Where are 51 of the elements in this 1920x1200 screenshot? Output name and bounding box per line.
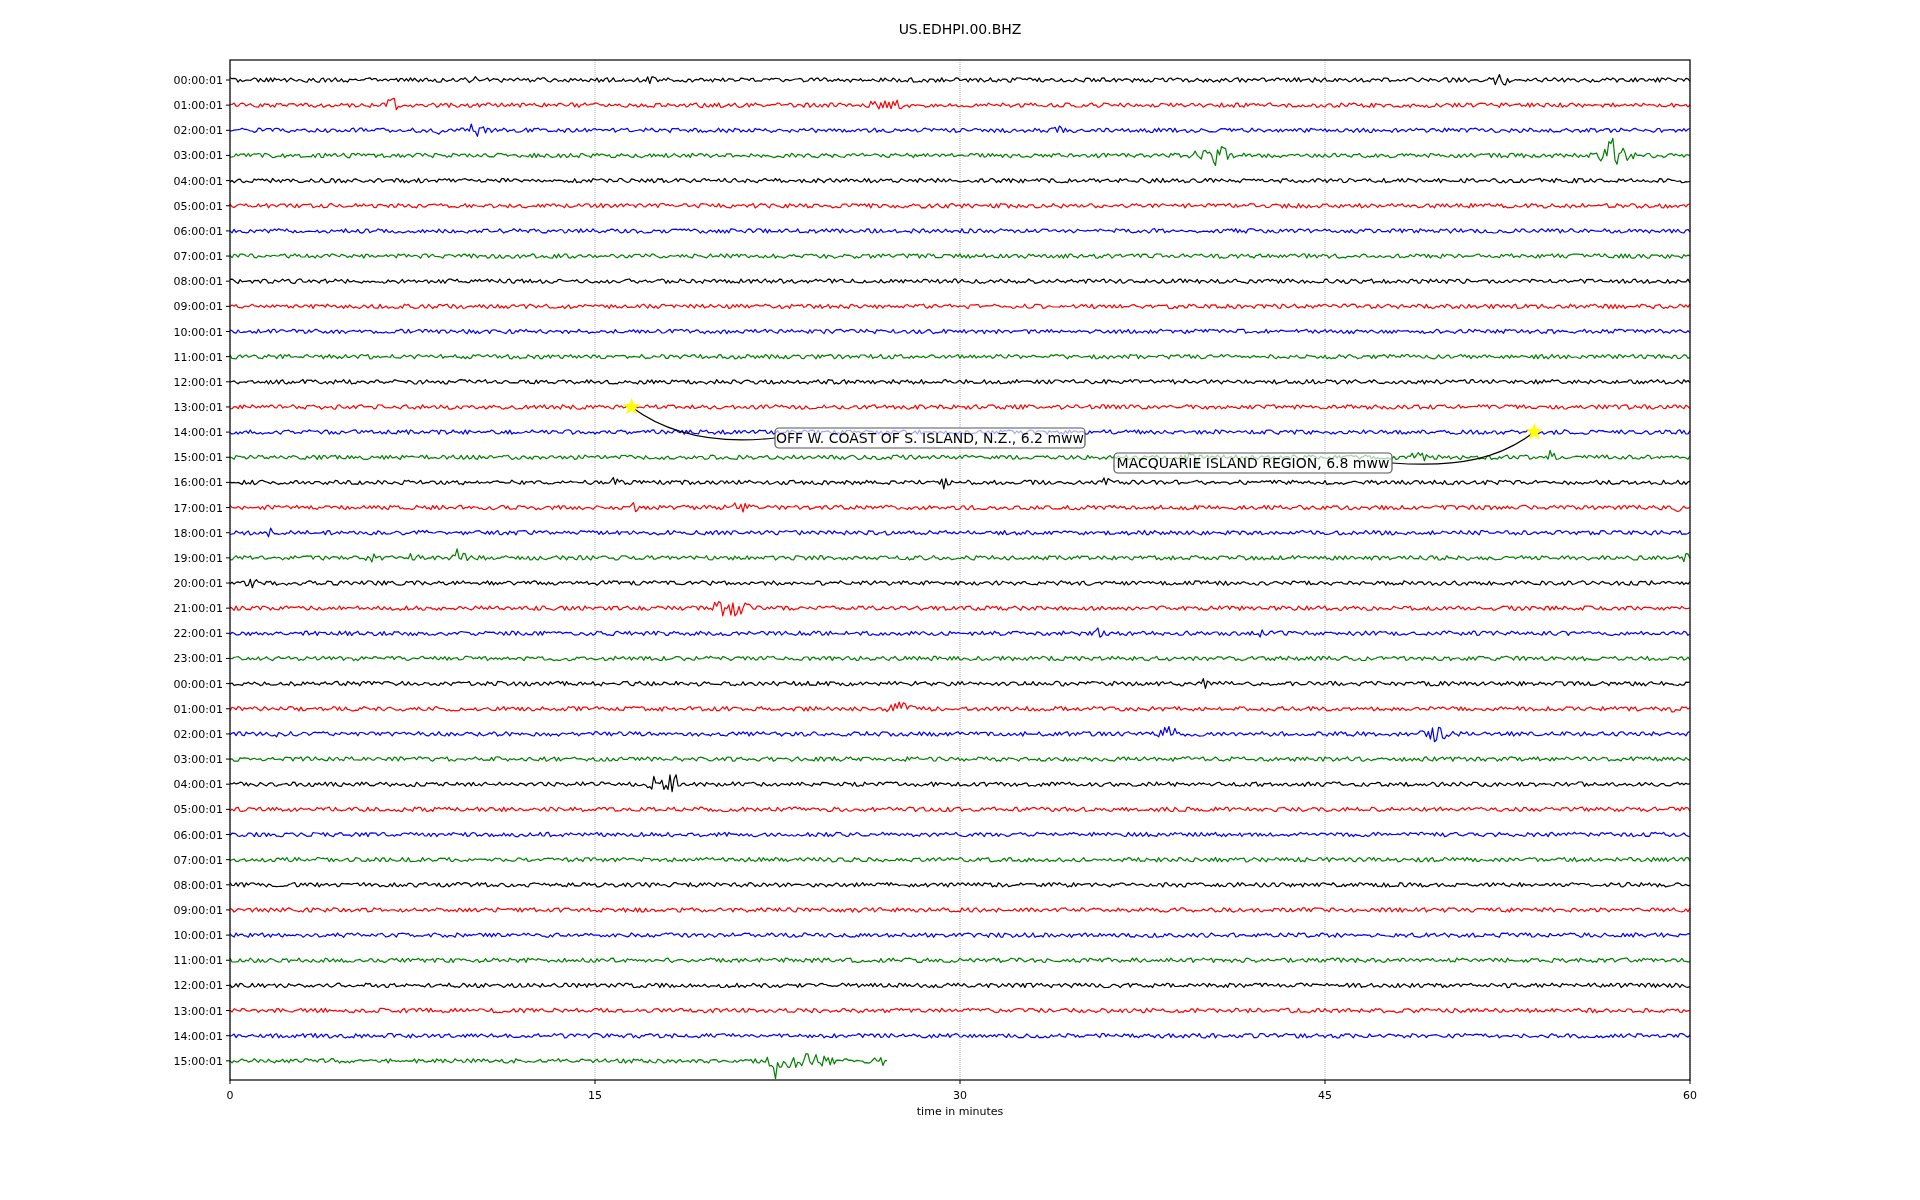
event-annotation: MACQUARIE ISLAND REGION, 6.8 mww <box>1113 452 1393 474</box>
row-time-label: 17:00:01 <box>173 501 223 515</box>
x-tick-label: 0 <box>226 1089 234 1102</box>
row-time-label: 01:00:01 <box>173 702 223 716</box>
row-time-label: 04:00:01 <box>173 174 223 188</box>
row-time-label: 13:00:01 <box>173 1004 223 1018</box>
row-time-label: 13:00:01 <box>173 400 223 414</box>
row-time-label: 10:00:01 <box>173 325 223 339</box>
row-time-label: 11:00:01 <box>173 350 223 364</box>
row-time-label: 16:00:01 <box>173 476 223 490</box>
x-axis-label: time in minutes <box>916 1105 1004 1118</box>
row-time-label: 00:00:01 <box>173 677 223 691</box>
row-time-label: 06:00:01 <box>173 224 223 238</box>
row-time-label: 02:00:01 <box>173 124 223 138</box>
row-time-label: 07:00:01 <box>173 250 223 264</box>
row-time-label: 14:00:01 <box>173 426 223 440</box>
row-time-label: 10:00:01 <box>173 929 223 943</box>
row-time-label: 03:00:01 <box>173 753 223 767</box>
row-time-label: 15:00:01 <box>173 451 223 465</box>
row-time-label: 06:00:01 <box>173 828 223 842</box>
row-time-label: 00:00:01 <box>173 74 223 87</box>
row-time-label: 09:00:01 <box>173 300 223 314</box>
row-time-label: 08:00:01 <box>173 878 223 892</box>
row-time-label: 02:00:01 <box>173 727 223 741</box>
row-time-label: 04:00:01 <box>173 778 223 792</box>
row-time-label: 05:00:01 <box>173 803 223 817</box>
x-tick-label: 30 <box>953 1089 967 1102</box>
x-tick-label: 45 <box>1318 1089 1332 1102</box>
row-time-label: 21:00:01 <box>173 602 223 616</box>
row-time-label: 20:00:01 <box>173 577 223 590</box>
star-icon <box>622 397 641 415</box>
row-time-label: 03:00:01 <box>173 149 223 163</box>
row-time-label: 07:00:01 <box>173 853 223 867</box>
row-time-label: 22:00:01 <box>173 627 223 641</box>
row-time-label: 15:00:01 <box>173 1054 223 1068</box>
row-time-label: 14:00:01 <box>173 1029 223 1043</box>
row-time-label: 18:00:01 <box>173 526 223 540</box>
row-time-label: 08:00:01 <box>173 275 223 289</box>
row-time-label: 11:00:01 <box>173 954 223 968</box>
row-time-label: 01:00:01 <box>173 99 223 113</box>
star-icon <box>1525 423 1543 440</box>
event-annotation: OFF W. COAST OF S. ISLAND, N.Z., 6.2 mww <box>774 427 1086 449</box>
row-time-label: 23:00:01 <box>173 652 223 666</box>
row-time-label: 09:00:01 <box>173 903 223 917</box>
chart-title: US.EDHPI.00.BHZ <box>898 21 1022 37</box>
row-time-label: 12:00:01 <box>173 375 223 389</box>
x-tick-label: 60 <box>1683 1089 1697 1102</box>
row-time-label: 12:00:01 <box>173 979 223 993</box>
row-time-label: 19:00:01 <box>173 551 223 565</box>
row-time-label: 05:00:01 <box>173 199 223 213</box>
x-tick-label: 15 <box>588 1089 602 1102</box>
